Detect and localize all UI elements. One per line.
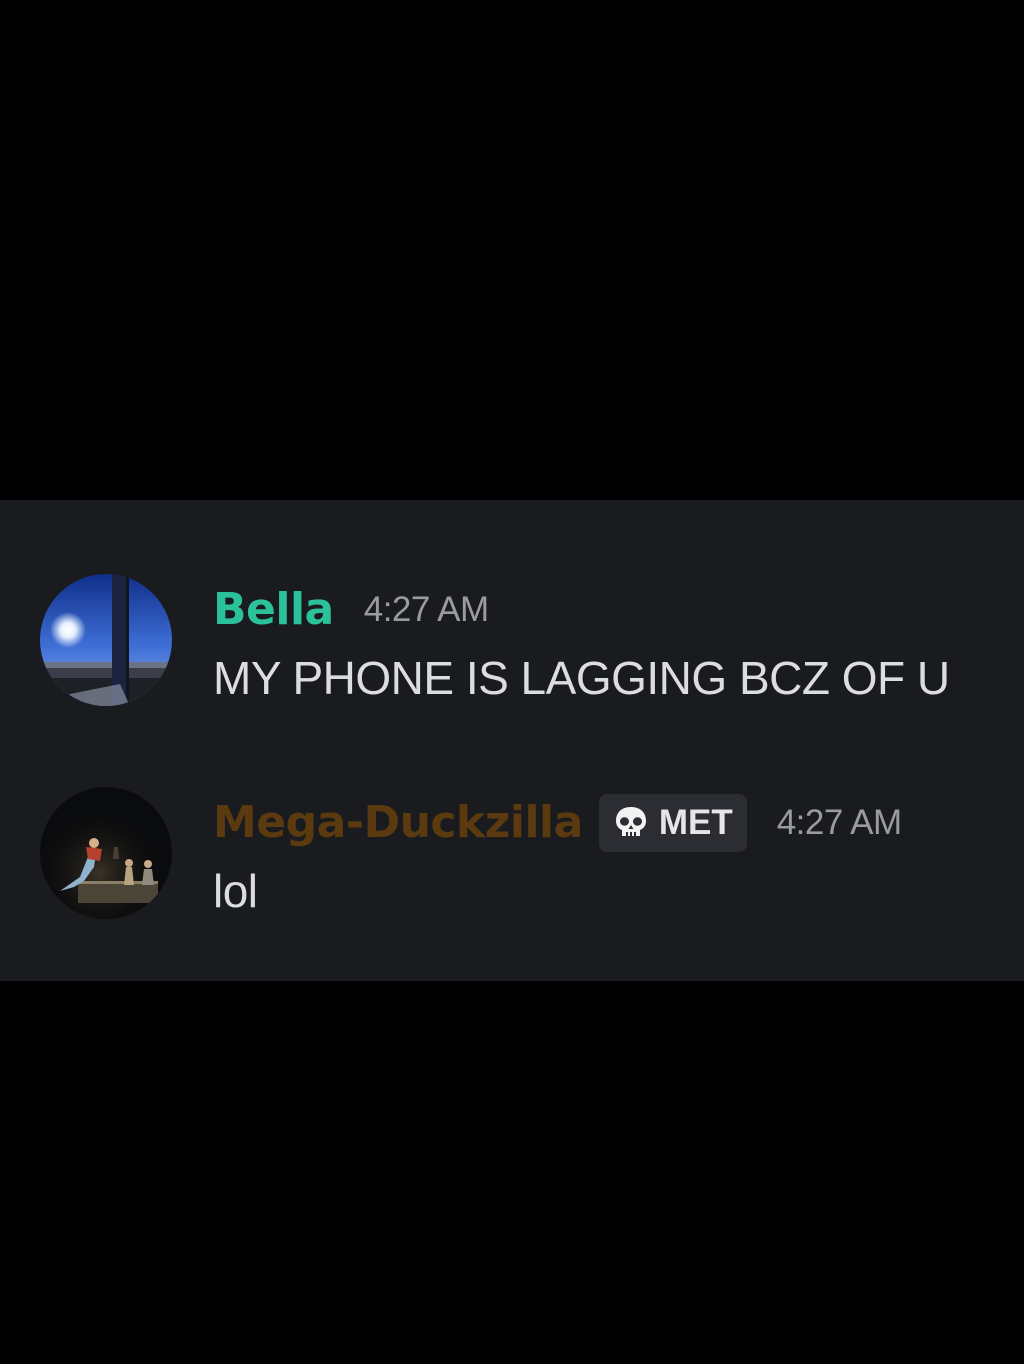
- avatar-photo-icon: [40, 574, 172, 706]
- message-content: lol: [213, 865, 258, 917]
- skull-icon: [615, 807, 646, 836]
- user-avatar[interactable]: [40, 574, 172, 706]
- message-content: MY PHONE IS LAGGING BCZ OF U: [213, 652, 950, 704]
- username[interactable]: Bella: [213, 580, 334, 640]
- message-header: Bella 4:27 AM: [213, 580, 489, 640]
- role-badge[interactable]: MET: [598, 794, 747, 852]
- message-header: Mega-Duckzilla MET 4:27 AM: [213, 793, 902, 853]
- user-avatar[interactable]: [40, 787, 172, 919]
- role-badge-label: MET: [658, 803, 733, 842]
- message-timestamp: 4:27 AM: [363, 590, 489, 629]
- avatar-photo-icon: [40, 787, 172, 919]
- chat-message-list: Bella 4:27 AM MY PHONE IS LAGGING BCZ OF…: [0, 500, 1024, 981]
- username[interactable]: Mega-Duckzilla: [213, 793, 583, 853]
- message-timestamp: 4:27 AM: [776, 803, 902, 842]
